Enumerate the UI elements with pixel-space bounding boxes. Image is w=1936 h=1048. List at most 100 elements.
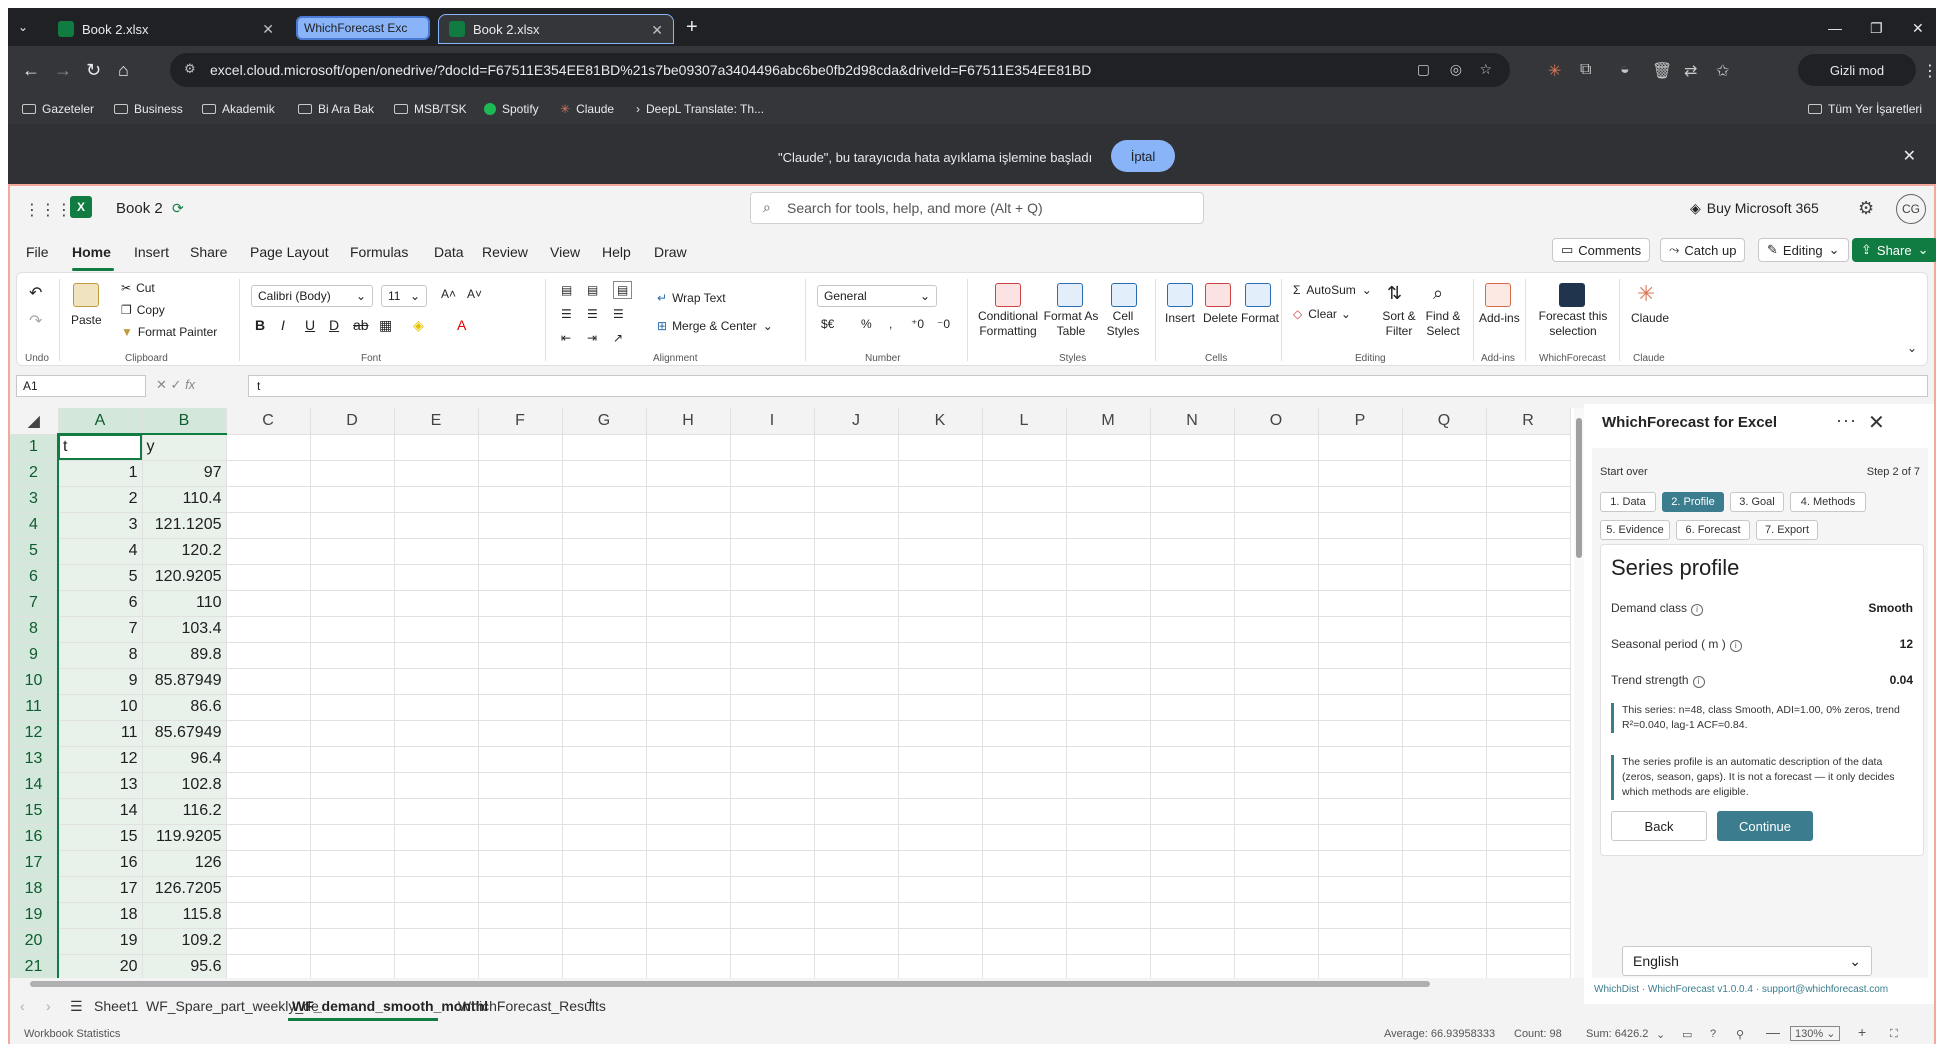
- cell[interactable]: [394, 434, 479, 461]
- redo-icon[interactable]: ↷: [29, 311, 42, 331]
- cell[interactable]: [1150, 902, 1235, 929]
- cell[interactable]: 86.6: [142, 694, 227, 721]
- cell[interactable]: [1150, 928, 1235, 955]
- tab-search-icon[interactable]: ⌄: [18, 20, 28, 34]
- cell[interactable]: 17: [58, 876, 143, 903]
- cell[interactable]: [730, 590, 815, 617]
- row-header[interactable]: 3: [10, 486, 59, 513]
- merge-center-button[interactable]: ⊞ Merge & Center ⌄: [657, 319, 773, 333]
- cell[interactable]: [898, 564, 983, 591]
- cell[interactable]: [1150, 512, 1235, 539]
- clipboard-icon[interactable]: ▢: [1417, 61, 1430, 78]
- cell[interactable]: [394, 590, 479, 617]
- vertical-scrollbar[interactable]: [1574, 408, 1584, 978]
- cell[interactable]: 18: [58, 902, 143, 929]
- reload-icon[interactable]: ↻: [86, 60, 101, 81]
- cancel-icon[interactable]: ✕: [156, 377, 167, 392]
- cell[interactable]: [1318, 642, 1403, 669]
- insert-cells-icon[interactable]: [1167, 283, 1193, 307]
- cell[interactable]: 126: [142, 850, 227, 877]
- info-icon[interactable]: i: [1692, 676, 1705, 688]
- font-color-icon[interactable]: A: [457, 317, 466, 333]
- cell[interactable]: [226, 798, 311, 825]
- increase-indent-icon[interactable]: ⇥: [587, 331, 597, 345]
- name-box[interactable]: A1: [16, 375, 146, 397]
- cell[interactable]: [1402, 642, 1487, 669]
- cell[interactable]: [982, 928, 1067, 955]
- cell[interactable]: [310, 720, 395, 747]
- scroll-thumb[interactable]: [30, 981, 1430, 987]
- cell[interactable]: [982, 460, 1067, 487]
- editing-mode-button[interactable]: ✎ Editing ⌄: [1758, 238, 1849, 262]
- cell[interactable]: [646, 616, 731, 643]
- cell[interactable]: [1150, 590, 1235, 617]
- format-cells-button[interactable]: Format: [1241, 311, 1279, 325]
- zoom-level[interactable]: 130% ⌄: [1790, 1026, 1841, 1041]
- cell[interactable]: [1402, 902, 1487, 929]
- tab-data[interactable]: Data: [434, 244, 464, 260]
- cell[interactable]: [562, 720, 647, 747]
- cell[interactable]: [1486, 798, 1571, 825]
- cell[interactable]: [1066, 460, 1151, 487]
- cell[interactable]: [1234, 434, 1319, 461]
- cell[interactable]: [730, 564, 815, 591]
- cell[interactable]: [562, 850, 647, 877]
- cell[interactable]: [1318, 772, 1403, 799]
- cell[interactable]: [646, 746, 731, 773]
- cell-styles-button[interactable]: Cell Styles: [1101, 309, 1145, 339]
- conditional-formatting-icon[interactable]: [995, 283, 1021, 307]
- cell[interactable]: 95.6: [142, 954, 227, 978]
- forecast-selection-button[interactable]: Forecast this selection: [1533, 309, 1613, 339]
- add-sheet-icon[interactable]: +: [586, 995, 595, 1013]
- cell[interactable]: [1150, 876, 1235, 903]
- bookmark-deepl[interactable]: › DeepL Translate: Th...: [636, 102, 764, 116]
- cell[interactable]: 89.8: [142, 642, 227, 669]
- cell[interactable]: [898, 720, 983, 747]
- cell[interactable]: [1486, 486, 1571, 513]
- number-format-select[interactable]: General ⌄: [817, 285, 937, 307]
- cell[interactable]: [1318, 928, 1403, 955]
- cell[interactable]: [1150, 616, 1235, 643]
- back-icon[interactable]: ←: [22, 60, 40, 81]
- bookmark-biarabak[interactable]: Bi Ara Bak: [298, 102, 374, 116]
- cell[interactable]: [730, 824, 815, 851]
- cell[interactable]: [730, 668, 815, 695]
- cell[interactable]: [394, 694, 479, 721]
- cell[interactable]: [310, 512, 395, 539]
- cell[interactable]: [394, 668, 479, 695]
- cell[interactable]: [730, 902, 815, 929]
- cell[interactable]: 126.7205: [142, 876, 227, 903]
- cell[interactable]: [1150, 538, 1235, 565]
- cell[interactable]: [1486, 720, 1571, 747]
- cell[interactable]: 12: [58, 746, 143, 773]
- align-bottom-icon[interactable]: ▤: [613, 281, 633, 299]
- cell[interactable]: [898, 928, 983, 955]
- row-header[interactable]: 7: [10, 590, 59, 617]
- cell[interactable]: [646, 720, 731, 747]
- column-header[interactable]: G: [562, 408, 647, 435]
- cell[interactable]: [1402, 616, 1487, 643]
- cell[interactable]: [1066, 642, 1151, 669]
- cell[interactable]: [898, 798, 983, 825]
- cell[interactable]: 7: [58, 616, 143, 643]
- cell[interactable]: 15: [58, 824, 143, 851]
- fx-icon[interactable]: fx: [185, 377, 195, 392]
- cell[interactable]: [646, 538, 731, 565]
- cell[interactable]: [562, 798, 647, 825]
- paste-button[interactable]: Paste: [71, 313, 102, 327]
- clear-button[interactable]: ◇ Clear ⌄: [1293, 307, 1351, 321]
- cell[interactable]: 96.4: [142, 746, 227, 773]
- cell[interactable]: [226, 642, 311, 669]
- addins-icon[interactable]: [1485, 283, 1511, 307]
- cell[interactable]: [394, 850, 479, 877]
- cell[interactable]: [646, 798, 731, 825]
- cell[interactable]: [226, 616, 311, 643]
- cell[interactable]: [646, 876, 731, 903]
- step-data[interactable]: 1. Data: [1600, 492, 1656, 512]
- cell[interactable]: [1234, 564, 1319, 591]
- cell[interactable]: [1318, 954, 1403, 978]
- cell[interactable]: [1150, 798, 1235, 825]
- cell[interactable]: [1402, 772, 1487, 799]
- cell[interactable]: [1066, 512, 1151, 539]
- cell[interactable]: [730, 720, 815, 747]
